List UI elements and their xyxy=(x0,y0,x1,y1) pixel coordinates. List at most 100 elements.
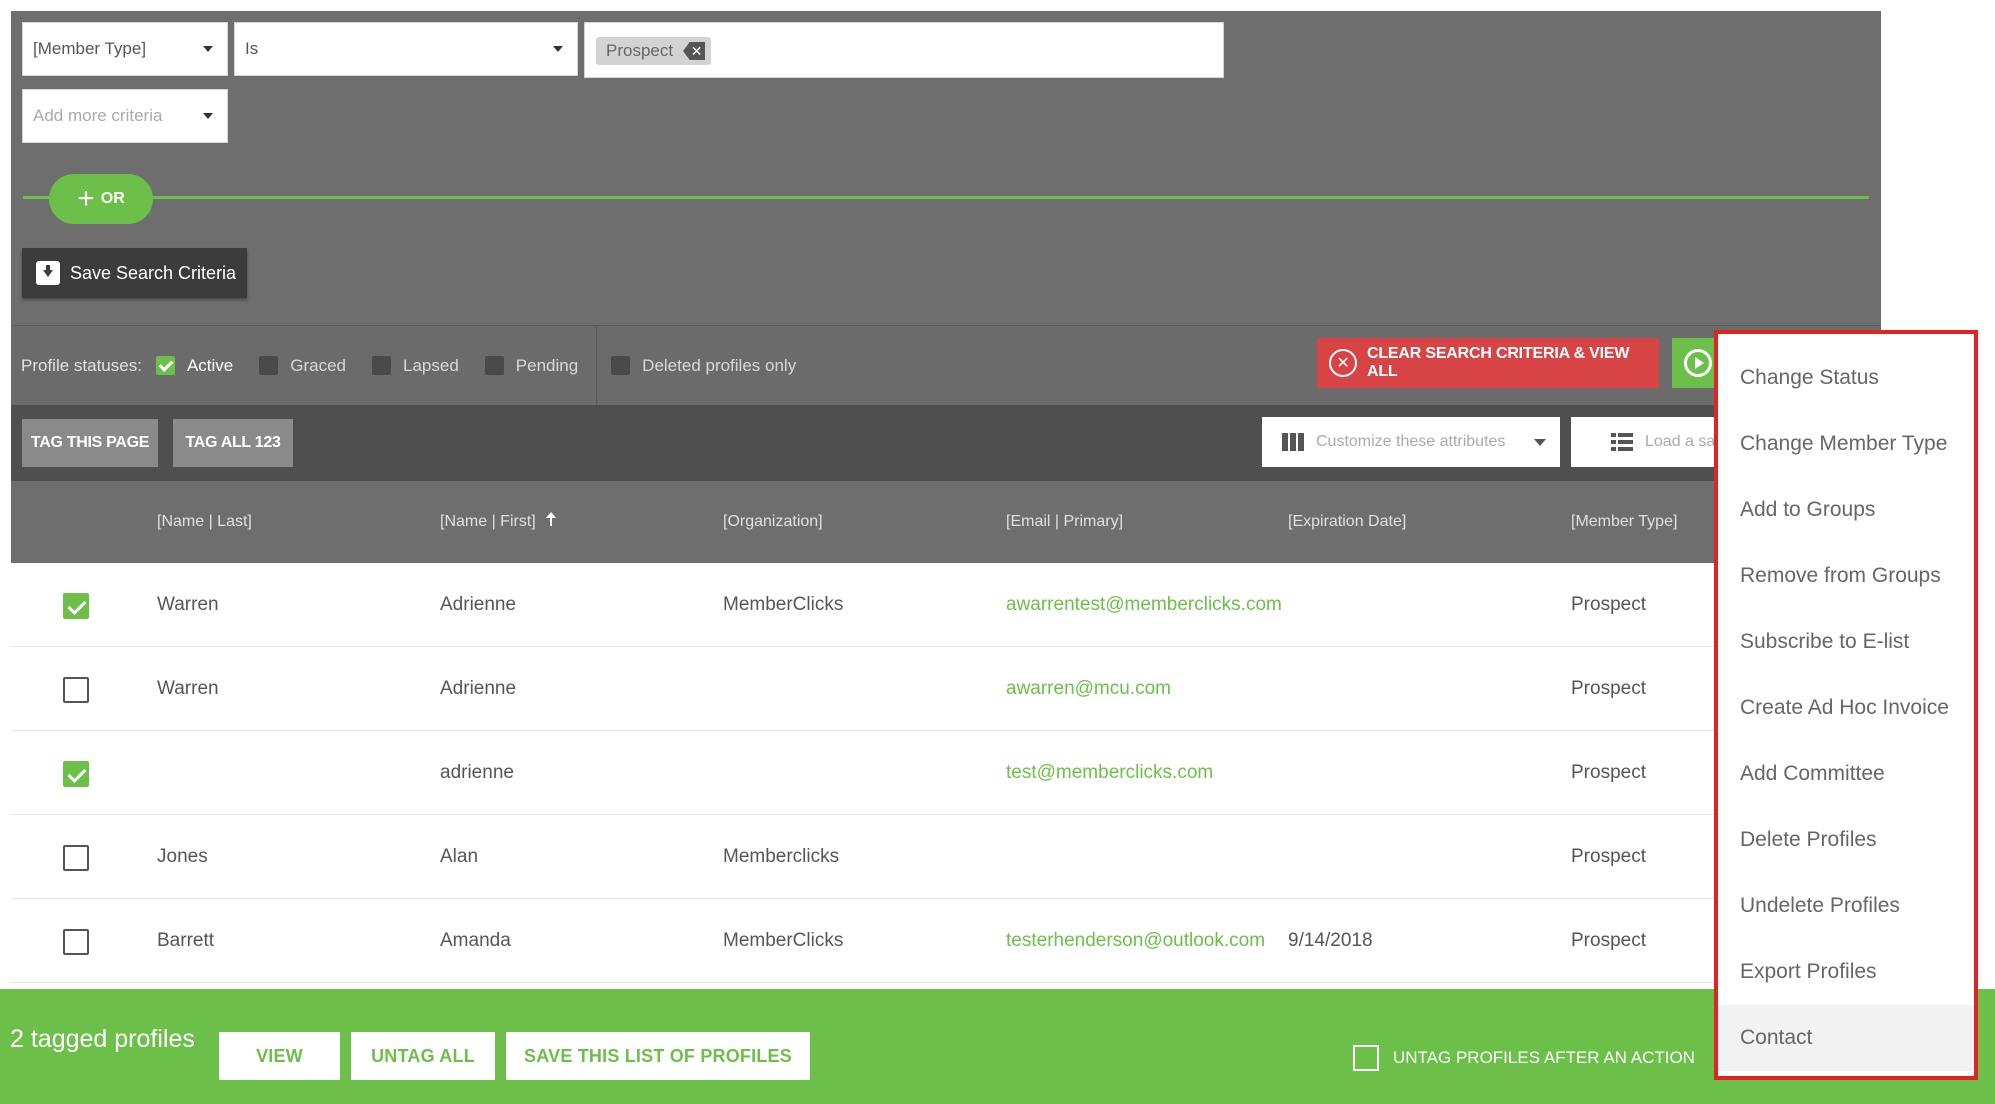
cell-last-name xyxy=(157,731,427,815)
column-header-last-name[interactable]: [Name | Last] xyxy=(157,481,252,563)
column-header-label: [Member Type] xyxy=(1571,513,1678,530)
cell-organization xyxy=(723,731,993,815)
cell-email-link[interactable]: test@memberclicks.com xyxy=(1006,731,1282,815)
remove-chip-icon[interactable]: ✕ xyxy=(683,42,706,60)
or-label: OR xyxy=(100,190,125,207)
add-more-criteria-placeholder: Add more criteria xyxy=(33,106,163,125)
column-header-label: [Email | Primary] xyxy=(1006,513,1124,530)
status-lapsed-checkbox[interactable]: Lapsed xyxy=(372,356,459,376)
criteria-operator-select[interactable]: Is xyxy=(234,22,578,76)
criteria-value-input[interactable]: Prospect ✕ xyxy=(584,22,1224,78)
value-chip-label: Prospect xyxy=(606,41,674,60)
save-list-button[interactable]: SAVE THIS LIST OF PROFILES xyxy=(506,1032,810,1080)
menu-item-remove-from-groups[interactable]: Remove from Groups xyxy=(1718,543,1974,609)
cell-member-type: Prospect xyxy=(1571,762,1646,783)
column-header-email[interactable]: [Email | Primary] xyxy=(1006,481,1123,563)
row-checkbox[interactable] xyxy=(63,845,89,871)
untag-after-action-checkbox[interactable]: UNTAG PROFILES AFTER AN ACTION xyxy=(1353,1045,1695,1071)
cell-last-name: Barrett xyxy=(157,930,215,951)
cell-organization: MemberClicks xyxy=(723,594,844,615)
deleted-only-label: Deleted profiles only xyxy=(642,355,797,375)
view-tagged-button[interactable]: VIEW xyxy=(219,1032,340,1080)
row-checkbox-checked[interactable] xyxy=(63,593,89,619)
load-saved-placeholder: Load a sa xyxy=(1645,433,1716,450)
row-checkbox[interactable] xyxy=(63,929,89,955)
cell-organization xyxy=(723,647,993,731)
customize-attributes-placeholder: Customize these attributes xyxy=(1316,433,1506,450)
load-saved-search-select[interactable]: Load a sa xyxy=(1571,417,1731,467)
menu-item-create-invoice[interactable]: Create Ad Hoc Invoice xyxy=(1718,675,1974,741)
tag-this-page-button[interactable]: TAG THIS PAGE xyxy=(22,419,158,467)
menu-item-subscribe-elist[interactable]: Subscribe to E-list xyxy=(1718,609,1974,675)
cell-expiration-date xyxy=(1288,731,1558,815)
menu-item-undelete-profiles[interactable]: Undelete Profiles xyxy=(1718,873,1974,939)
column-header-member-type[interactable]: [Member Type] xyxy=(1571,481,1677,563)
status-active-checkbox[interactable]: Active xyxy=(155,356,233,376)
table-row[interactable]: Warren Adrienne MemberClicks awarrentest… xyxy=(11,563,1881,647)
menu-item-delete-profiles[interactable]: Delete Profiles xyxy=(1718,807,1974,873)
cell-email-link[interactable]: awarrentest@memberclicks.com xyxy=(1006,563,1282,647)
cell-first-name: Adrienne xyxy=(440,678,517,699)
columns-icon xyxy=(1282,433,1304,451)
customize-attributes-select[interactable]: Customize these attributes xyxy=(1262,417,1560,467)
table-row[interactable]: Jones Alan Memberclicks Prospect xyxy=(11,815,1881,899)
cell-first-name: Adrienne xyxy=(440,594,517,615)
checkbox-icon xyxy=(259,356,279,375)
row-checkbox[interactable] xyxy=(63,677,89,703)
cell-email-link[interactable]: testerhenderson@outlook.com xyxy=(1006,899,1282,983)
tagged-count: 2 tagged profiles xyxy=(10,1024,195,1053)
tag-all-button[interactable]: TAG ALL 123 xyxy=(173,419,293,467)
save-search-criteria-button[interactable]: Save Search Criteria xyxy=(22,248,247,298)
column-header-label: [Name | First] xyxy=(440,513,536,530)
cell-first-name: Amanda xyxy=(440,930,511,951)
untag-all-button[interactable]: UNTAG ALL xyxy=(351,1032,495,1080)
cell-email-link[interactable] xyxy=(1006,815,1282,899)
profile-statuses-label: Profile statuses: xyxy=(21,355,142,375)
search-criteria-panel: [Member Type] Is Prospect ✕ Add more cri… xyxy=(11,11,1881,325)
play-icon xyxy=(1684,349,1712,377)
cell-email-link[interactable]: awarren@mcu.com xyxy=(1006,647,1282,731)
untag-after-action-label: UNTAG PROFILES AFTER AN ACTION xyxy=(1393,1048,1695,1067)
cell-member-type: Prospect xyxy=(1571,678,1646,699)
cell-expiration-date xyxy=(1288,647,1558,731)
table-row[interactable]: adrienne test@memberclicks.com Prospect xyxy=(11,731,1881,815)
status-label: Graced xyxy=(290,355,346,375)
or-divider xyxy=(23,196,1869,199)
table-header: [Name | Last] [Name | First] [Organizati… xyxy=(11,481,1881,563)
cell-last-name: Warren xyxy=(157,594,219,615)
deleted-only-checkbox[interactable]: Deleted profiles only xyxy=(611,356,796,376)
column-header-organization[interactable]: [Organization] xyxy=(723,481,823,563)
add-or-button[interactable]: + OR xyxy=(49,174,153,224)
menu-item-change-member-type[interactable]: Change Member Type xyxy=(1718,411,1974,477)
cell-member-type: Prospect xyxy=(1571,594,1646,615)
cell-expiration-date xyxy=(1288,563,1558,647)
menu-item-change-status[interactable]: Change Status xyxy=(1718,345,1974,411)
chevron-down-icon xyxy=(1534,439,1546,446)
table-row[interactable]: Warren Adrienne awarren@mcu.com Prospect xyxy=(11,647,1881,731)
cell-organization: MemberClicks xyxy=(723,930,844,951)
column-header-expiration-date[interactable]: [Expiration Date] xyxy=(1288,481,1406,563)
chevron-down-icon xyxy=(553,46,563,52)
checkbox-icon xyxy=(1353,1045,1379,1071)
cell-member-type: Prospect xyxy=(1571,846,1646,867)
menu-item-add-to-groups[interactable]: Add to Groups xyxy=(1718,477,1974,543)
criteria-field-select[interactable]: [Member Type] xyxy=(22,22,228,76)
row-checkbox-checked[interactable] xyxy=(63,761,89,787)
clear-search-criteria-button[interactable]: ✕ CLEAR SEARCH CRITERIA & VIEW ALL xyxy=(1317,338,1659,388)
checkbox-icon xyxy=(611,356,631,375)
menu-item-export-profiles[interactable]: Export Profiles xyxy=(1718,939,1974,1005)
save-search-criteria-label: Save Search Criteria xyxy=(70,262,237,283)
sort-ascending-icon xyxy=(545,512,556,526)
column-header-first-name[interactable]: [Name | First] xyxy=(440,481,556,563)
status-label: Lapsed xyxy=(403,355,459,375)
menu-item-contact[interactable]: Contact xyxy=(1718,1005,1974,1071)
profile-status-bar: Profile statuses: Active Graced Lapsed P… xyxy=(11,325,1881,406)
clear-search-label: CLEAR SEARCH CRITERIA & VIEW ALL xyxy=(1367,345,1630,380)
status-label: Pending xyxy=(515,355,579,375)
add-more-criteria-select[interactable]: Add more criteria xyxy=(22,89,228,143)
status-graced-checkbox[interactable]: Graced xyxy=(259,356,346,376)
menu-item-add-committee[interactable]: Add Committee xyxy=(1718,741,1974,807)
cell-last-name: Warren xyxy=(157,678,219,699)
table-row[interactable]: Barrett Amanda MemberClicks testerhender… xyxy=(11,899,1881,983)
status-pending-checkbox[interactable]: Pending xyxy=(484,355,579,376)
